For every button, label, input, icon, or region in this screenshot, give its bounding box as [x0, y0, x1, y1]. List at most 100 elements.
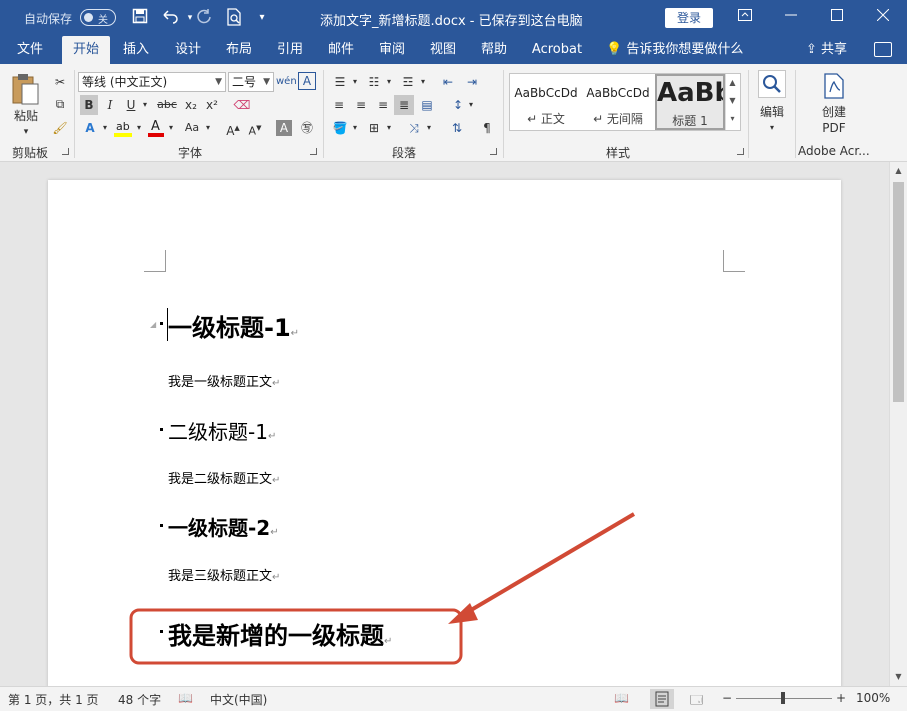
word-count[interactable]: 48 个字	[118, 691, 161, 708]
chevron-down-icon[interactable]: ▾	[384, 72, 394, 92]
character-shading-icon[interactable]: A	[276, 120, 292, 136]
tab-home[interactable]: 开始	[62, 36, 110, 64]
vertical-scrollbar[interactable]: ▲ ▼	[889, 162, 907, 686]
font-size-combo[interactable]: 二号 ▼	[228, 72, 274, 92]
italic-button[interactable]: I	[101, 95, 119, 115]
zoom-out-button[interactable]: −	[722, 691, 732, 705]
tab-help[interactable]: 帮助	[472, 36, 516, 64]
paragraph-launcher-icon[interactable]	[490, 148, 497, 155]
paste-dropdown-icon[interactable]: ▾	[18, 122, 34, 142]
chevron-down-icon[interactable]: ▾	[203, 118, 213, 138]
scroll-up-icon[interactable]: ▲	[890, 162, 907, 179]
shading-icon[interactable]: 🪣	[330, 118, 350, 138]
ribbon-display-options-icon[interactable]	[722, 0, 768, 36]
enclose-characters-icon[interactable]: ㊢	[298, 118, 316, 138]
strikethrough-button[interactable]: abc	[156, 95, 178, 115]
bullets-icon[interactable]: ☰	[330, 72, 350, 92]
styles-gallery-scroll[interactable]: ▲ ▼ ▾	[725, 74, 739, 130]
web-layout-icon[interactable]: 🗔	[690, 691, 703, 711]
language[interactable]: 中文(中国)	[210, 691, 267, 708]
chevron-down-icon[interactable]: ▾	[384, 118, 394, 138]
redo-icon[interactable]	[194, 8, 214, 28]
chevron-down-icon[interactable]: ▾	[418, 72, 428, 92]
chevron-down-icon[interactable]: ▾	[166, 118, 176, 138]
borders-icon[interactable]: ⊞	[364, 118, 384, 138]
tab-layout[interactable]: 布局	[217, 36, 261, 64]
cut-icon[interactable]: ✂	[50, 72, 70, 92]
multilevel-list-icon[interactable]: ☲	[398, 72, 418, 92]
grow-font-icon[interactable]: A▲	[224, 118, 242, 138]
chevron-down-icon[interactable]: ▾	[350, 118, 360, 138]
tab-design[interactable]: 设计	[166, 36, 210, 64]
print-layout-icon[interactable]	[650, 689, 674, 709]
line-spacing-icon[interactable]: ↕	[448, 95, 468, 115]
chevron-down-icon[interactable]: ▼	[726, 92, 739, 110]
tell-me-box[interactable]: 💡 告诉我你想要做什么	[606, 36, 743, 64]
style-heading-1[interactable]: AaBb 标题 1	[655, 74, 725, 130]
clear-formatting-icon[interactable]: ⌫	[232, 95, 252, 115]
underline-button[interactable]: U	[122, 95, 140, 115]
print-preview-icon[interactable]	[224, 8, 244, 28]
tab-review[interactable]: 审阅	[370, 36, 414, 64]
font-launcher-icon[interactable]	[310, 148, 317, 155]
styles-launcher-icon[interactable]	[737, 148, 744, 155]
underline-dropdown-icon[interactable]: ▾	[140, 95, 150, 115]
font-color-icon[interactable]: A	[148, 119, 164, 138]
scroll-thumb[interactable]	[893, 182, 904, 402]
align-left-icon[interactable]: ≡	[330, 95, 348, 115]
phonetic-guide-icon[interactable]: wén	[276, 72, 297, 92]
character-border-icon[interactable]: A	[298, 72, 316, 90]
sort-icon[interactable]: ⇅	[448, 118, 466, 138]
change-case-icon[interactable]: Aa	[180, 118, 204, 138]
highlight-icon[interactable]: ab	[114, 120, 132, 138]
text-effects-icon[interactable]: A	[80, 118, 100, 138]
style-normal[interactable]: AaBbCcDd ↵ 正文	[510, 74, 582, 130]
show-marks-icon[interactable]: ¶	[478, 118, 496, 138]
chinese-layout-icon[interactable]: ⤨	[404, 118, 424, 138]
tab-file[interactable]: 文件	[6, 36, 54, 64]
more-styles-icon[interactable]: ▾	[726, 110, 739, 128]
shrink-font-icon[interactable]: A▼	[246, 118, 264, 138]
decrease-indent-icon[interactable]: ⇤	[438, 72, 458, 92]
tab-acrobat[interactable]: Acrobat	[526, 36, 588, 64]
close-icon[interactable]	[860, 0, 906, 36]
increase-indent-icon[interactable]: ⇥	[462, 72, 482, 92]
tab-view[interactable]: 视图	[421, 36, 465, 64]
customize-toolbar-icon[interactable]: ▾	[252, 8, 272, 28]
superscript-button[interactable]: x²	[203, 95, 221, 115]
scroll-down-icon[interactable]: ▼	[890, 668, 907, 685]
tab-insert[interactable]: 插入	[114, 36, 158, 64]
chevron-down-icon[interactable]: ▾	[134, 118, 144, 138]
maximize-icon[interactable]	[814, 0, 860, 36]
tab-mailings[interactable]: 邮件	[319, 36, 363, 64]
login-button[interactable]: 登录	[665, 8, 713, 28]
style-no-spacing[interactable]: AaBbCcDd ↵ 无间隔	[582, 74, 654, 130]
autosave-toggle[interactable]: 关	[80, 9, 116, 26]
numbering-icon[interactable]: ☷	[364, 72, 384, 92]
align-right-icon[interactable]: ≡	[374, 95, 392, 115]
create-pdf-label-2[interactable]: PDF	[812, 118, 856, 138]
chevron-down-icon[interactable]: ▾	[466, 95, 476, 115]
comments-icon[interactable]	[874, 42, 892, 57]
bold-button[interactable]: B	[80, 95, 98, 115]
undo-icon[interactable]	[160, 8, 180, 28]
zoom-in-button[interactable]: +	[836, 691, 846, 705]
align-center-icon[interactable]: ≡	[352, 95, 370, 115]
justify-icon[interactable]: ≣	[394, 95, 414, 115]
chevron-down-icon[interactable]: ▾	[350, 72, 360, 92]
chevron-down-icon[interactable]: ▾	[424, 118, 434, 138]
copy-icon[interactable]: ⧉	[50, 94, 70, 114]
chevron-up-icon[interactable]: ▲	[726, 74, 739, 92]
tab-references[interactable]: 引用	[268, 36, 312, 64]
clipboard-launcher-icon[interactable]	[62, 148, 69, 155]
read-mode-icon[interactable]: 📖	[614, 691, 629, 705]
distributed-icon[interactable]: ▤	[418, 95, 436, 115]
find-icon[interactable]	[758, 70, 786, 98]
zoom-slider-thumb[interactable]	[781, 692, 785, 704]
page-count[interactable]: 第 1 页，共 1 页	[8, 691, 99, 708]
chevron-down-icon[interactable]: ▾	[100, 118, 110, 138]
format-painter-icon[interactable]: 🖌	[50, 118, 70, 138]
minimize-icon[interactable]	[768, 0, 814, 36]
share-button[interactable]: ⇪ 共享	[806, 36, 847, 64]
save-icon[interactable]	[130, 8, 150, 28]
